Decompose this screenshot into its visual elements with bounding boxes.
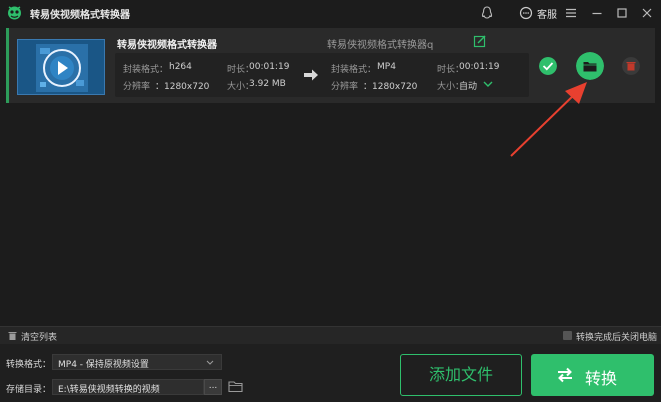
annotation-arrow-icon: [510, 82, 587, 157]
list-toolbar: 清空列表 转换完成后关闭电脑: [0, 326, 661, 344]
convert-button-label: 转换: [585, 369, 618, 388]
target-resolution-label: 分辨率: [331, 82, 359, 92]
target-format-label: 封装格式：: [331, 65, 377, 75]
source-size-value: 3.92 MB: [249, 79, 286, 89]
shutdown-label: 转换完成后关闭电脑: [576, 333, 658, 343]
chat-icon[interactable]: [518, 5, 534, 21]
trash-icon[interactable]: [7, 330, 18, 341]
source-duration-value: 00:01:19: [249, 62, 290, 72]
qq-icon[interactable]: [479, 5, 495, 21]
convert-arrows-icon: [558, 367, 572, 383]
chevron-down-icon: [206, 360, 214, 365]
format-label: 转换格式：: [6, 360, 52, 370]
arrow-right-icon: [304, 69, 318, 81]
target-format-value: MP4: [377, 62, 396, 72]
menu-icon[interactable]: [563, 5, 579, 21]
format-select-value: MP4 - 保持原视频设置: [58, 360, 149, 370]
source-resolution-value: ：1280x720: [155, 82, 210, 92]
app-title: 转易侠视频格式转换器: [30, 10, 130, 21]
output-dir-label: 存储目录：: [6, 385, 52, 395]
bottom-panel: 转换格式： MP4 - 保持原视频设置 存储目录： E:\转易侠视频转换的视频 …: [0, 344, 661, 402]
target-size-value[interactable]: 自动: [459, 79, 477, 92]
target-resolution-value: ：1280x720: [363, 82, 418, 92]
source-resolution-label: 分辨率: [123, 82, 151, 92]
source-format-label: 封装格式：: [123, 65, 169, 75]
maximize-icon[interactable]: [614, 5, 630, 21]
shutdown-checkbox[interactable]: [563, 331, 572, 340]
file-title: 转易侠视频格式转换器: [117, 40, 217, 51]
support-label[interactable]: 客服: [537, 6, 557, 21]
format-select[interactable]: MP4 - 保持原视频设置: [52, 354, 222, 370]
browse-button[interactable]: ...: [204, 379, 222, 395]
clear-list-button[interactable]: 清空列表: [21, 330, 57, 343]
source-format-value: h264: [169, 62, 192, 72]
delete-icon[interactable]: [622, 57, 640, 75]
minimize-icon[interactable]: [589, 5, 605, 21]
video-thumbnail: [17, 39, 105, 95]
close-icon[interactable]: [639, 5, 655, 21]
add-file-button[interactable]: 添加文件: [400, 354, 522, 396]
check-icon[interactable]: [539, 57, 557, 75]
output-dir-field[interactable]: E:\转易侠视频转换的视频: [52, 379, 204, 395]
file-info-panel: 封装格式： h264 时长： 00:01:19 分辨率 ：1280x720 大小…: [115, 53, 529, 97]
target-duration-value: 00:01:19: [459, 62, 500, 72]
edit-icon[interactable]: [473, 34, 487, 48]
chevron-down-icon[interactable]: [481, 78, 495, 90]
app-logo-icon: [8, 6, 21, 20]
video-thumbnail-image: [18, 40, 104, 94]
output-filename: 转易侠视频格式转换器q: [327, 40, 434, 51]
folder-icon[interactable]: [228, 380, 244, 393]
title-bar: 转易侠视频格式转换器 客服: [0, 0, 661, 26]
open-folder-button[interactable]: [576, 52, 604, 80]
output-dir-value: E:\转易侠视频转换的视频: [58, 385, 160, 395]
convert-button[interactable]: 转换: [531, 354, 654, 396]
